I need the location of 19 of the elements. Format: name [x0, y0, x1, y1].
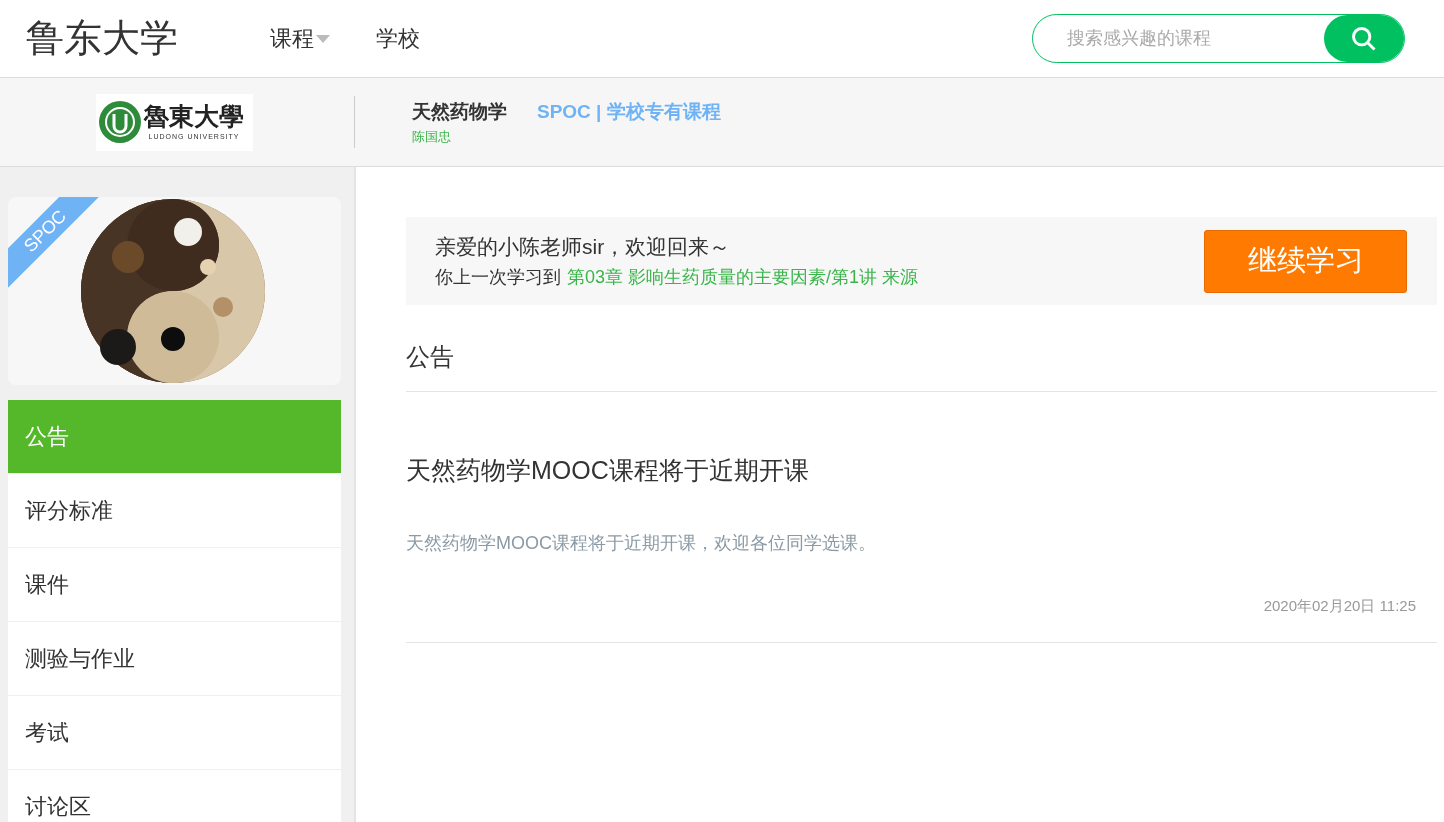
greeting-text: 亲爱的小陈老师sir，欢迎回来～	[435, 234, 732, 261]
site-title[interactable]: 鲁东大学	[26, 10, 246, 67]
nav-link[interactable]: 学校	[376, 22, 420, 55]
announcement-title: 天然药物学MOOC课程将于近期开课	[406, 455, 810, 486]
sidebar-item[interactable]: 评分标准	[8, 474, 341, 547]
course-type: SPOC | 学校专有课程	[537, 100, 721, 124]
progress-text: 你上一次学习到	[435, 265, 561, 289]
course-name: 天然药物学	[412, 100, 507, 124]
announcement-time: 2020年02月20日 11:25	[1263, 595, 1416, 616]
logo-text: 魯東大學	[144, 101, 244, 132]
section-title: 公告	[406, 339, 1437, 392]
sidebar-item[interactable]: 课件	[8, 548, 341, 621]
nav-link[interactable]: 课程	[270, 22, 330, 55]
sidebar-item[interactable]: 测验与作业	[8, 622, 341, 695]
announcement-body: 天然药物学MOOC课程将于近期开课，欢迎各位同学选课。	[406, 531, 877, 555]
sidebar-item[interactable]: 讨论区	[8, 770, 341, 822]
search-icon	[1350, 24, 1378, 53]
sidebar-item[interactable]: 考试	[8, 696, 341, 769]
search-button[interactable]	[1324, 15, 1404, 62]
